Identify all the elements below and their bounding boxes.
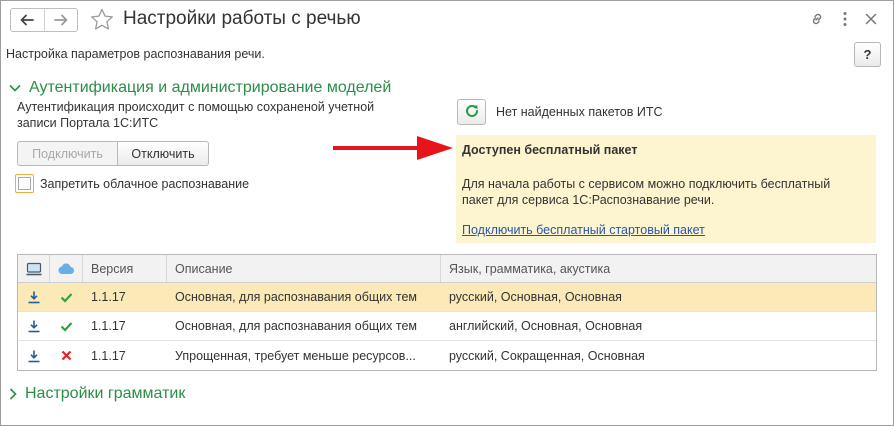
favorite-star-icon[interactable] bbox=[90, 8, 114, 34]
connection-buttons: Подключить Отключить bbox=[17, 141, 209, 166]
computer-icon bbox=[26, 262, 42, 276]
forward-button[interactable] bbox=[43, 9, 77, 31]
back-button[interactable] bbox=[11, 9, 44, 31]
free-package-text: Для начала работы с сервисом можно подкл… bbox=[462, 177, 831, 207]
download-icon[interactable] bbox=[27, 290, 41, 304]
cross-icon bbox=[61, 350, 72, 361]
auth-description: Аутентификация происходит с помощью сохр… bbox=[17, 100, 375, 130]
version-cell: 1.1.17 bbox=[91, 290, 126, 304]
check-icon bbox=[60, 321, 73, 332]
link-icon[interactable] bbox=[809, 11, 825, 27]
description-cell: Основная, для распознавания общих тем bbox=[175, 290, 417, 304]
forbid-cloud-label: Запретить облачное распознавание bbox=[40, 176, 250, 191]
table-row[interactable]: 1.1.17 Основная, для распознавания общих… bbox=[18, 312, 876, 341]
column-language[interactable]: Язык, грамматика, акустика bbox=[441, 255, 876, 282]
download-icon[interactable] bbox=[27, 349, 41, 363]
chevron-down-icon bbox=[9, 84, 21, 92]
more-actions-icon[interactable] bbox=[843, 11, 847, 27]
connect-free-package-link[interactable]: Подключить бесплатный стартовый пакет bbox=[462, 223, 705, 237]
title-toolbar bbox=[809, 11, 877, 27]
language-cell: русский, Сокращенная, Основная bbox=[449, 348, 645, 363]
arrow-left-icon bbox=[20, 14, 35, 26]
its-status-text: Нет найденных пакетов ИТС bbox=[496, 105, 663, 119]
close-icon[interactable] bbox=[865, 13, 877, 25]
arrow-right-icon bbox=[54, 14, 68, 26]
navigation-buttons bbox=[10, 8, 78, 32]
auth-section-header[interactable]: Аутентификация и администрирование модел… bbox=[9, 79, 391, 97]
disconnect-button[interactable]: Отключить bbox=[117, 141, 209, 166]
description-cell: Упрощенная, требует меньше ресурсов... bbox=[175, 348, 416, 363]
language-cell: английский, Основная, Основная bbox=[449, 319, 643, 333]
cloud-recognition-option: Запретить облачное распознавание bbox=[15, 174, 249, 193]
free-package-title: Доступен бесплатный пакет bbox=[462, 143, 638, 157]
language-cell: русский, Основная, Основная bbox=[449, 290, 622, 304]
cloud-icon bbox=[57, 263, 75, 275]
grammar-section-header[interactable]: Настройки грамматик bbox=[9, 385, 185, 403]
red-arrow-icon bbox=[331, 133, 455, 166]
table-row[interactable]: 1.1.17 Упрощенная, требует меньше ресурс… bbox=[18, 341, 876, 370]
connect-button[interactable]: Подключить bbox=[17, 141, 117, 166]
page-description: Настройка параметров распознавания речи. bbox=[6, 47, 265, 61]
forbid-cloud-checkbox[interactable] bbox=[15, 174, 34, 193]
table-header: Версия Описание Язык, грамматика, акусти… bbox=[18, 255, 876, 283]
refresh-icon bbox=[464, 103, 480, 122]
column-description[interactable]: Описание bbox=[167, 255, 441, 282]
version-cell: 1.1.17 bbox=[91, 348, 126, 363]
description-cell: Основная, для распознавания общих тем bbox=[175, 319, 417, 333]
download-icon[interactable] bbox=[27, 319, 41, 333]
column-local[interactable] bbox=[18, 255, 50, 282]
models-table: Версия Описание Язык, грамматика, акусти… bbox=[17, 254, 877, 371]
grammar-section-title: Настройки грамматик bbox=[25, 385, 186, 402]
window-title: Настройки работы с речью bbox=[123, 8, 361, 29]
help-button[interactable]: ? bbox=[854, 42, 881, 67]
chevron-right-icon bbox=[9, 388, 17, 400]
column-cloud[interactable] bbox=[50, 255, 83, 282]
auth-section-title: Аутентификация и администрирование модел… bbox=[29, 79, 392, 96]
free-package-panel: Доступен бесплатный пакет Для начала раб… bbox=[456, 135, 876, 243]
settings-window: Настройки работы с речью Настройка парам… bbox=[0, 0, 894, 426]
check-icon bbox=[60, 292, 73, 303]
version-cell: 1.1.17 bbox=[91, 319, 126, 333]
column-version[interactable]: Версия bbox=[83, 255, 167, 282]
refresh-button[interactable] bbox=[457, 99, 486, 125]
table-row[interactable]: 1.1.17 Основная, для распознавания общих… bbox=[18, 283, 876, 312]
